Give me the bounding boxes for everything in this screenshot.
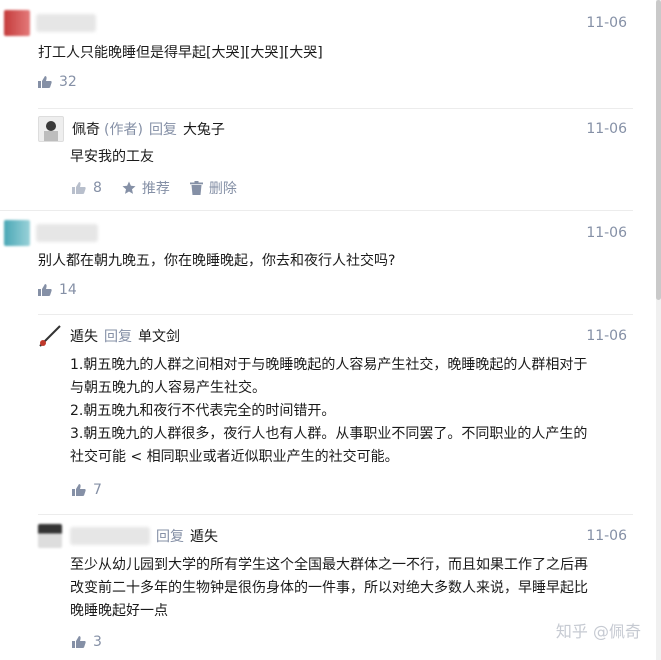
like-count: 32	[59, 74, 77, 90]
like-button[interactable]: 14	[38, 282, 77, 298]
avatar[interactable]	[38, 324, 62, 348]
avatar[interactable]	[38, 524, 62, 548]
comment-text: 至少从幼儿园到大学的所有学生这个全国最大群体之一不行，而且如果工作了之后再 改变…	[70, 554, 588, 623]
like-count: 14	[59, 282, 77, 298]
avatar-sword-icon	[39, 325, 61, 347]
text-line: 与朝五晚九的人容易产生社交。	[70, 380, 266, 396]
reply-to-user[interactable]: 大兔子	[183, 119, 225, 139]
thumbs-up-icon	[72, 182, 86, 194]
reply-to-user[interactable]: 遁失	[190, 526, 218, 546]
author-tag: (作者)	[104, 122, 143, 138]
like-button[interactable]: 7	[72, 482, 102, 498]
timestamp: 11-06	[586, 121, 627, 137]
thumbs-up-icon	[38, 284, 52, 296]
scrollbar[interactable]	[656, 0, 661, 660]
comment-2: 11-06 别人都在朝九晚五，你在晚睡晚起，你去和夜行人社交吗? 14	[0, 210, 655, 314]
text-line: 改变前二十多年的生物钟是很伤身体的一件事，所以对绝大多数人来说，早睡早起比	[70, 580, 588, 596]
star-icon	[122, 181, 136, 194]
avatar[interactable]	[4, 220, 30, 246]
timestamp: 11-06	[586, 528, 627, 544]
username-blurred[interactable]	[36, 224, 98, 242]
text-line: 3.朝五晚九的人群很多，夜行人也有人群。从事职业不同罢了。不同职业的人产生的	[70, 426, 588, 442]
text-line: 社交可能 < 相同职业或者近似职业产生的社交可能。	[70, 449, 399, 465]
watermark: 知乎 @佩奇	[555, 622, 641, 641]
reply-label: 回复	[104, 329, 132, 345]
like-count: 8	[93, 180, 102, 196]
delete-button[interactable]: 删除	[189, 178, 237, 198]
username-blurred[interactable]	[70, 527, 150, 545]
text-line: 2.朝五晚九和夜行不代表完全的时间错开。	[70, 403, 336, 419]
like-button[interactable]: 3	[72, 634, 102, 650]
thumbs-up-icon	[72, 636, 86, 648]
avatar[interactable]	[4, 10, 30, 36]
text-line: 晚睡晚起好一点	[70, 603, 168, 619]
delete-label: 删除	[208, 181, 237, 197]
timestamp: 11-06	[586, 328, 627, 344]
reply-2: 遁失 回复 单文剑 11-06 1.朝五晚九的人群之间相对于与晚睡晚起的人容易产…	[0, 314, 655, 514]
reply-label: 回复	[156, 529, 184, 545]
thumbs-up-icon	[72, 484, 86, 496]
comment-text: 1.朝五晚九的人群之间相对于与晚睡晚起的人容易产生社交，晚睡晚起的人群相对于 与…	[70, 354, 587, 469]
recommend-button[interactable]: 推荐	[122, 178, 170, 198]
recommend-label: 推荐	[141, 181, 170, 197]
text-line: 至少从幼儿园到大学的所有学生这个全国最大群体之一不行，而且如果工作了之后再	[70, 557, 588, 573]
text-line: 1.朝五晚九的人群之间相对于与晚睡晚起的人容易产生社交，晚睡晚起的人群相对于	[70, 357, 588, 373]
like-count: 3	[93, 634, 102, 650]
username[interactable]: 遁失	[70, 326, 98, 346]
avatar-portrait-icon	[44, 121, 58, 141]
thumbs-up-icon	[38, 76, 52, 88]
timestamp: 11-06	[586, 15, 627, 31]
timestamp: 11-06	[586, 225, 627, 241]
comment-1: 11-06 打工人只能晚睡但是得早起[大哭][大哭][大哭] 32	[0, 0, 655, 104]
trash-icon	[189, 181, 203, 195]
reply-1: 佩奇 (作者) 回复 大兔子 11-06 早安我的工友 8 推荐 删除	[0, 108, 655, 208]
comment-text: 早安我的工友	[70, 149, 154, 165]
like-button[interactable]: 8	[72, 180, 102, 196]
like-button[interactable]: 32	[38, 74, 77, 90]
username-blurred[interactable]	[36, 14, 96, 32]
avatar[interactable]	[38, 116, 64, 142]
reply-label: 回复	[148, 122, 177, 138]
scrollbar-thumb[interactable]	[656, 0, 661, 300]
like-count: 7	[93, 482, 102, 498]
reply-to-user[interactable]: 单文剑	[138, 326, 180, 346]
comment-text: 打工人只能晚睡但是得早起[大哭][大哭][大哭]	[38, 45, 323, 61]
comment-text: 别人都在朝九晚五，你在晚睡晚起，你去和夜行人社交吗?	[38, 253, 396, 269]
username[interactable]: 佩奇	[72, 119, 100, 139]
